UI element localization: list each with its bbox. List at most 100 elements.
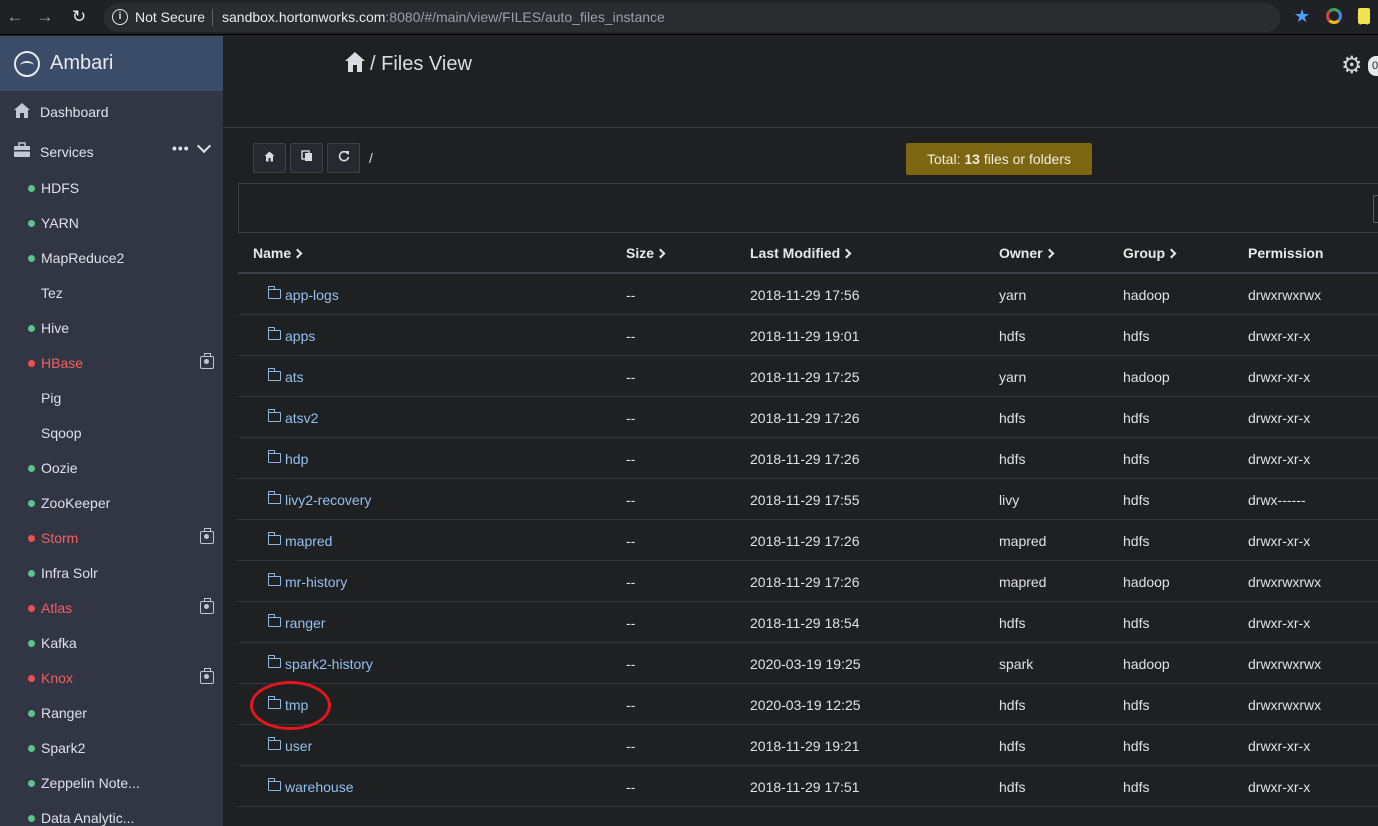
sidebar-item-service[interactable]: Tez [0, 282, 223, 306]
folder-link[interactable]: livy2-recovery [285, 492, 371, 508]
sidebar-item-service[interactable]: Oozie [0, 457, 223, 481]
address-bar[interactable]: i Not Secure sandbox.hortonworks.com:808… [104, 3, 1371, 32]
sidebar-item-service[interactable]: Sqoop [0, 422, 223, 446]
folder-icon [268, 737, 281, 750]
table-row[interactable]: app-logs -- 2018-11-29 17:56 yarn hadoop drwx… [238, 274, 1378, 315]
cell-size: -- [626, 738, 636, 754]
table-row[interactable]: mr-history -- 2018-11-29 17:26 mapred hadoop… [238, 561, 1378, 602]
cell-size: -- [626, 492, 636, 508]
status-dot-icon [28, 710, 35, 717]
table-row[interactable]: spark2-history -- 2020-03-19 19:25 spark had… [238, 643, 1378, 684]
table-row[interactable]: apps -- 2018-11-29 19:01 hdfs hdfs drwxr-xr-x [238, 315, 1378, 356]
table-row[interactable]: livy2-recovery -- 2018-11-29 17:55 livy hdfs… [238, 479, 1378, 520]
folder-link[interactable]: ats [285, 369, 304, 385]
sidebar-item-service[interactable]: Atlas [0, 597, 223, 621]
sidebar-item-service[interactable]: Kafka [0, 632, 223, 656]
service-name: Spark2 [41, 740, 86, 756]
home-button[interactable] [253, 143, 286, 173]
sidebar-item-label: Dashboard [40, 104, 109, 120]
forward-arrow-icon[interactable]: → [34, 6, 56, 28]
folder-link[interactable]: spark2-history [285, 656, 373, 672]
sidebar-item-service[interactable]: Storm [0, 527, 223, 551]
extension-note-icon[interactable] [1358, 8, 1370, 24]
service-name: Ranger [41, 705, 87, 721]
extension-ring-icon[interactable] [1326, 8, 1342, 24]
chevron-down-icon[interactable] [196, 138, 212, 154]
highlight-annotation [250, 681, 331, 730]
url-text[interactable]: sandbox.hortonworks.com:8080/#/main/view… [222, 9, 665, 25]
more-icon[interactable]: ••• [172, 140, 190, 156]
folder-link[interactable]: warehouse [285, 779, 354, 795]
service-name: Pig [41, 390, 62, 406]
refresh-button[interactable] [327, 143, 360, 173]
status-dot-icon [28, 605, 35, 612]
back-arrow-icon[interactable]: ← [4, 6, 26, 28]
column-header-group[interactable]: Group [1123, 245, 1177, 261]
column-header-name[interactable]: Name [253, 245, 303, 261]
brand-name: Ambari [50, 52, 114, 74]
sidebar-item-dashboard[interactable]: Dashboard [0, 98, 223, 128]
cell-modified: 2018-11-29 17:26 [750, 410, 860, 426]
sidebar-item-service[interactable]: Data Analytic... [0, 807, 223, 826]
table-row[interactable]: ats -- 2018-11-29 17:25 yarn hadoop drwxr-xr-… [238, 356, 1378, 397]
table-row[interactable]: warehouse -- 2018-11-29 17:51 hdfs hdfs drwxr… [238, 766, 1378, 807]
column-header-last-modified[interactable]: Last Modified [750, 245, 852, 261]
gear-icon[interactable]: ⚙ [1341, 53, 1363, 79]
folder-icon [268, 286, 281, 299]
folder-link[interactable]: mr-history [285, 574, 347, 590]
sidebar-item-service[interactable]: Zeppelin Note... [0, 772, 223, 796]
extension-star-icon[interactable]: ★ [1294, 5, 1310, 26]
table-row[interactable]: tmp -- 2020-03-19 12:25 hdfs hdfs drwxrwxrwx [238, 684, 1378, 725]
cell-group: hadoop [1123, 574, 1170, 590]
service-name: Hive [41, 320, 70, 336]
table-row[interactable]: ranger -- 2018-11-29 18:54 hdfs hdfs drwxr-xr… [238, 602, 1378, 643]
folder-link[interactable]: user [285, 738, 312, 754]
folder-link[interactable]: hdp [285, 451, 308, 467]
service-name: Atlas [41, 600, 73, 616]
table-row[interactable]: mapred -- 2018-11-29 17:26 mapred hdfs drwxr-… [238, 520, 1378, 561]
cell-permission: drwxrwxrwx [1248, 697, 1322, 713]
brand[interactable]: Ambari [0, 36, 223, 91]
sidebar-item-service[interactable]: MapReduce2 [0, 247, 223, 271]
column-header-owner[interactable]: Owner [999, 245, 1055, 261]
maintenance-icon [200, 668, 214, 684]
info-icon[interactable]: i [112, 9, 128, 25]
cell-owner: yarn [999, 287, 1027, 303]
copy-path-button[interactable] [290, 143, 323, 173]
folder-link[interactable]: app-logs [285, 287, 339, 303]
cell-owner: hdfs [999, 328, 1026, 344]
sidebar-item-service[interactable]: HBase [0, 352, 223, 376]
cell-permission: drwxr-xr-x [1248, 369, 1311, 385]
table-row[interactable]: hdp -- 2018-11-29 17:26 hdfs hdfs drwxr-xr-x [238, 438, 1378, 479]
sidebar-item-service[interactable]: Infra Solr [0, 562, 223, 586]
cell-modified: 2018-11-29 17:26 [750, 451, 860, 467]
sidebar-item-service[interactable]: Hive [0, 317, 223, 341]
status-dot-icon [28, 465, 35, 472]
status-dot-icon [28, 220, 35, 227]
reload-icon[interactable]: ↻ [68, 6, 90, 28]
service-name: HDFS [41, 180, 80, 196]
folder-link[interactable]: ranger [285, 615, 325, 631]
service-name: MapReduce2 [41, 250, 125, 266]
sidebar-item-service[interactable]: HDFS [0, 177, 223, 201]
column-header-permission[interactable]: Permission [1248, 245, 1323, 261]
sidebar-item-service[interactable]: YARN [0, 212, 223, 236]
table-row[interactable]: atsv2 -- 2018-11-29 17:26 hdfs hdfs drwxr-xr-… [238, 397, 1378, 438]
cell-permission: drwx------ [1248, 492, 1306, 508]
sidebar-item-services[interactable]: Services ••• [0, 138, 223, 168]
home-icon[interactable] [344, 51, 366, 73]
folder-link[interactable]: apps [285, 328, 315, 344]
filter-control-edge[interactable] [1373, 195, 1378, 223]
folder-link[interactable]: mapred [285, 533, 332, 549]
folder-link[interactable]: atsv2 [285, 410, 318, 426]
table-row[interactable]: user -- 2018-11-29 19:21 hdfs hdfs drwxr-xr-x [238, 725, 1378, 766]
service-name: Kafka [41, 635, 77, 651]
sidebar-item-service[interactable]: ZooKeeper [0, 492, 223, 516]
files-content: / Total: 13 files or folders Name Size L… [223, 129, 1378, 826]
sidebar-item-service[interactable]: Pig [0, 387, 223, 411]
column-header-size[interactable]: Size [626, 245, 666, 261]
sidebar-item-service[interactable]: Ranger [0, 702, 223, 726]
sidebar-item-service[interactable]: Knox [0, 667, 223, 691]
sidebar-item-service[interactable]: Spark2 [0, 737, 223, 761]
cell-group: hdfs [1123, 328, 1150, 344]
